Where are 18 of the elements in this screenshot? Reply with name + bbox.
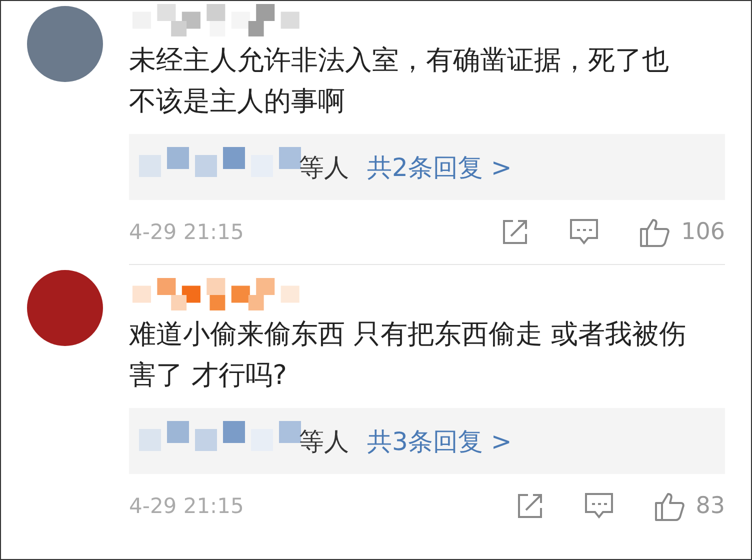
comment-time: 4-29 21:15 bbox=[129, 494, 244, 518]
comment-icon[interactable] bbox=[569, 218, 600, 246]
share-icon[interactable] bbox=[501, 218, 530, 246]
comment-icon[interactable] bbox=[584, 492, 614, 520]
view-replies-link[interactable]: 共3条回复 > bbox=[367, 424, 512, 458]
comment-time: 4-29 21:15 bbox=[129, 220, 244, 244]
like-count: 83 bbox=[696, 493, 725, 519]
share-icon[interactable] bbox=[516, 492, 544, 520]
thumbs-up-icon[interactable] bbox=[639, 216, 672, 248]
like-count: 106 bbox=[681, 219, 725, 245]
reply-summary-panel[interactable]: 等人 共2条回复 > bbox=[129, 134, 725, 200]
reply-users-label: 等人 bbox=[299, 426, 349, 458]
thumbs-up-icon[interactable] bbox=[654, 490, 686, 522]
view-replies-link[interactable]: 共2条回复 > bbox=[367, 150, 512, 184]
reply-summary-panel[interactable]: 等人 共3条回复 > bbox=[129, 408, 725, 474]
comment-text: 难道小偷来偷东西 只有把东西偷走 或者我被伤害了 才行吗? bbox=[129, 318, 688, 393]
reply-users-label: 等人 bbox=[299, 152, 349, 184]
comment-text: 未经主人允许非法入室，有确凿证据，死了也不该是主人的事啊 bbox=[129, 44, 670, 119]
